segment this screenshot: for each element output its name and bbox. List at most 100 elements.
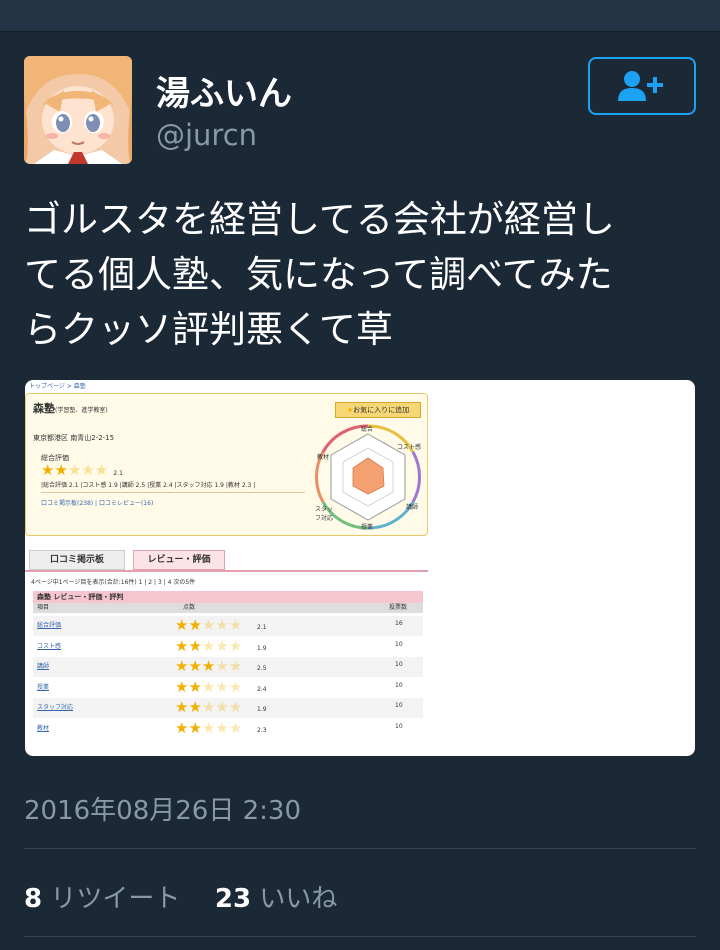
row-score: 1.9 (257, 644, 267, 652)
favorite-button: ★お気に入りに追加 (335, 402, 421, 418)
overall-score: 2.1 (113, 470, 123, 477)
row-stars: ★★★★★ (175, 719, 242, 737)
favorite-button-label: お気に入りに追加 (353, 406, 410, 414)
display-name[interactable]: 湯ふいん (156, 66, 292, 115)
row-stars: ★★★★★ (175, 698, 242, 716)
radar-label: 授業 (361, 524, 374, 531)
star-icon: ★ (215, 718, 229, 737)
radar-label: スタッフ対応 (315, 506, 334, 522)
row-score: 2.3 (257, 726, 267, 734)
table-row: スタッフ対応 ★★★★★ 1.9 10 (33, 698, 423, 718)
school-name-text: 森塾 (33, 402, 55, 415)
school-name: 森塾(学習塾、進学教室) (33, 400, 108, 416)
table-row: 総合評価 ★★★★★ 2.1 16 (33, 616, 423, 636)
row-votes: 10 (395, 661, 403, 668)
star-icon: ★ (175, 677, 189, 696)
star-icon: ★ (175, 636, 189, 655)
star-icon: ★ (201, 616, 216, 634)
like-label[interactable]: いいね (259, 884, 337, 914)
star-icon: ★ (175, 698, 189, 716)
row-votes: 10 (395, 722, 403, 730)
row-label: 講師 (37, 663, 50, 670)
radar-label: 教材 (317, 454, 330, 461)
score-summary: |総合評価 2.1 |コスト感 1.9 |講師 2.5 |授業 2.4 |スタッ… (41, 482, 256, 489)
row-score: 2.1 (257, 624, 267, 631)
star-icon: ★ (215, 636, 229, 655)
row-label: スタッフ対応 (37, 704, 74, 711)
tweet-text: ゴルスタを経営してる会社が経営し てる個人塾、気になって調べてみた らクッソ評判… (24, 192, 696, 357)
tab-review-board: 口コミ掲示板 (29, 550, 125, 570)
star-icon: ★ (201, 698, 216, 716)
star-icon: ★ (215, 698, 229, 716)
user-handle[interactable]: @jurcn (156, 118, 257, 152)
tweet-text-line: てる個人塾、気になって調べてみた (24, 253, 613, 296)
table-row: 授業 ★★★★★ 2.4 10 (33, 677, 423, 698)
radar-label: 講師 (406, 504, 419, 511)
tweet-timestamp: 2016年08月26日 2:30 (24, 796, 301, 826)
avatar-illustration (24, 56, 132, 164)
star-icon: ★ (188, 718, 202, 737)
divider (24, 848, 696, 849)
address: 東京都港区 南青山2-2-15 (33, 434, 115, 442)
star-icon: ★ (215, 657, 229, 675)
star-icon: ★ (228, 677, 243, 696)
retweet-count[interactable]: 8 (24, 884, 42, 914)
star-icon: ★ (188, 616, 202, 634)
star-icon: ★ (215, 616, 229, 634)
row-label: コスト感 (37, 642, 62, 650)
star-icon: ★ (228, 636, 243, 655)
star-icon: ★ (228, 616, 243, 634)
col-item: 項目 (37, 604, 50, 611)
row-stars: ★★★★★ (175, 678, 242, 696)
table-title: 森塾 レビュー・評価・評判 (33, 591, 423, 603)
tweet-text-line: ゴルスタを経営してる会社が経営し (24, 198, 615, 241)
avatar[interactable] (24, 56, 132, 164)
follow-button[interactable] (588, 57, 696, 115)
table-row: コスト感 ★★★★★ 1.9 10 (33, 636, 423, 657)
like-count[interactable]: 23 (215, 884, 251, 914)
row-score: 2.4 (257, 685, 267, 693)
embedded-review-screenshot: トップページ > 森塾 森塾(学習塾、進学教室) ★お気に入りに追加 東京都港区… (25, 380, 430, 756)
row-score: 1.9 (257, 706, 267, 713)
star-icon: ★ (215, 677, 229, 696)
star-icon: ★ (175, 657, 189, 675)
star-icon: ★ (201, 718, 216, 737)
paging-info: 4ページ中1ページ目を表示(合計:16件) 1 | 2 | 3 | 4 次の5件 (31, 579, 196, 586)
row-votes: 10 (395, 681, 403, 689)
tab-review-rating: レビュー・評価 (133, 550, 225, 570)
table-row: 教材 ★★★★★ 2.3 10 (33, 718, 423, 739)
table-header: 項目 点数 投票数 (33, 603, 423, 613)
row-label: 授業 (37, 683, 50, 691)
tweet-text-line: らクッソ評判悪くて草 (24, 308, 393, 351)
star-icon: ★ (188, 657, 202, 675)
star-icon: ★ (175, 616, 189, 634)
retweet-label[interactable]: リツイート (50, 884, 180, 914)
row-label: 教材 (37, 724, 50, 732)
row-score: 2.5 (257, 665, 267, 672)
table-row: 講師 ★★★★★ 2.5 10 (33, 657, 423, 677)
row-votes: 10 (395, 702, 403, 709)
school-type: (学習塾、進学教室) (55, 407, 108, 414)
star-icon: ★ (228, 657, 243, 675)
breadcrumb: トップページ > 森塾 (29, 383, 86, 390)
top-bar (0, 0, 720, 32)
tweet-media-image[interactable]: トップページ > 森塾 森塾(学習塾、進学教室) ★お気に入りに追加 東京都港区… (25, 380, 695, 756)
radar-label: 総合 (361, 426, 374, 433)
add-user-icon (618, 71, 663, 101)
star-icon: ★ (188, 698, 202, 716)
star-icon: ★ (201, 636, 216, 655)
col-score: 点数 (183, 604, 196, 611)
star-icon: ★ (228, 718, 243, 737)
star-icon: ★ (228, 698, 243, 716)
row-label: 総合評価 (37, 622, 62, 629)
star-icon: ★ (188, 636, 202, 655)
star-icon: ★ (201, 657, 216, 675)
radar-label: コスト感 (397, 444, 422, 451)
overall-stars: ★★★★★ 2.1 (41, 461, 123, 479)
star-icon: ★ (188, 677, 202, 696)
tweet-stats: 8 リツイート 23 いいね (24, 878, 337, 915)
review-table: 総合評価 ★★★★★ 2.1 16 コスト感 ★★★★★ 1.9 10 講師 ★★★★★ 2.5 10… (25, 616, 430, 746)
row-stars: ★★★★★ (175, 616, 242, 634)
row-votes: 16 (395, 620, 403, 627)
col-votes: 投票数 (389, 604, 408, 611)
